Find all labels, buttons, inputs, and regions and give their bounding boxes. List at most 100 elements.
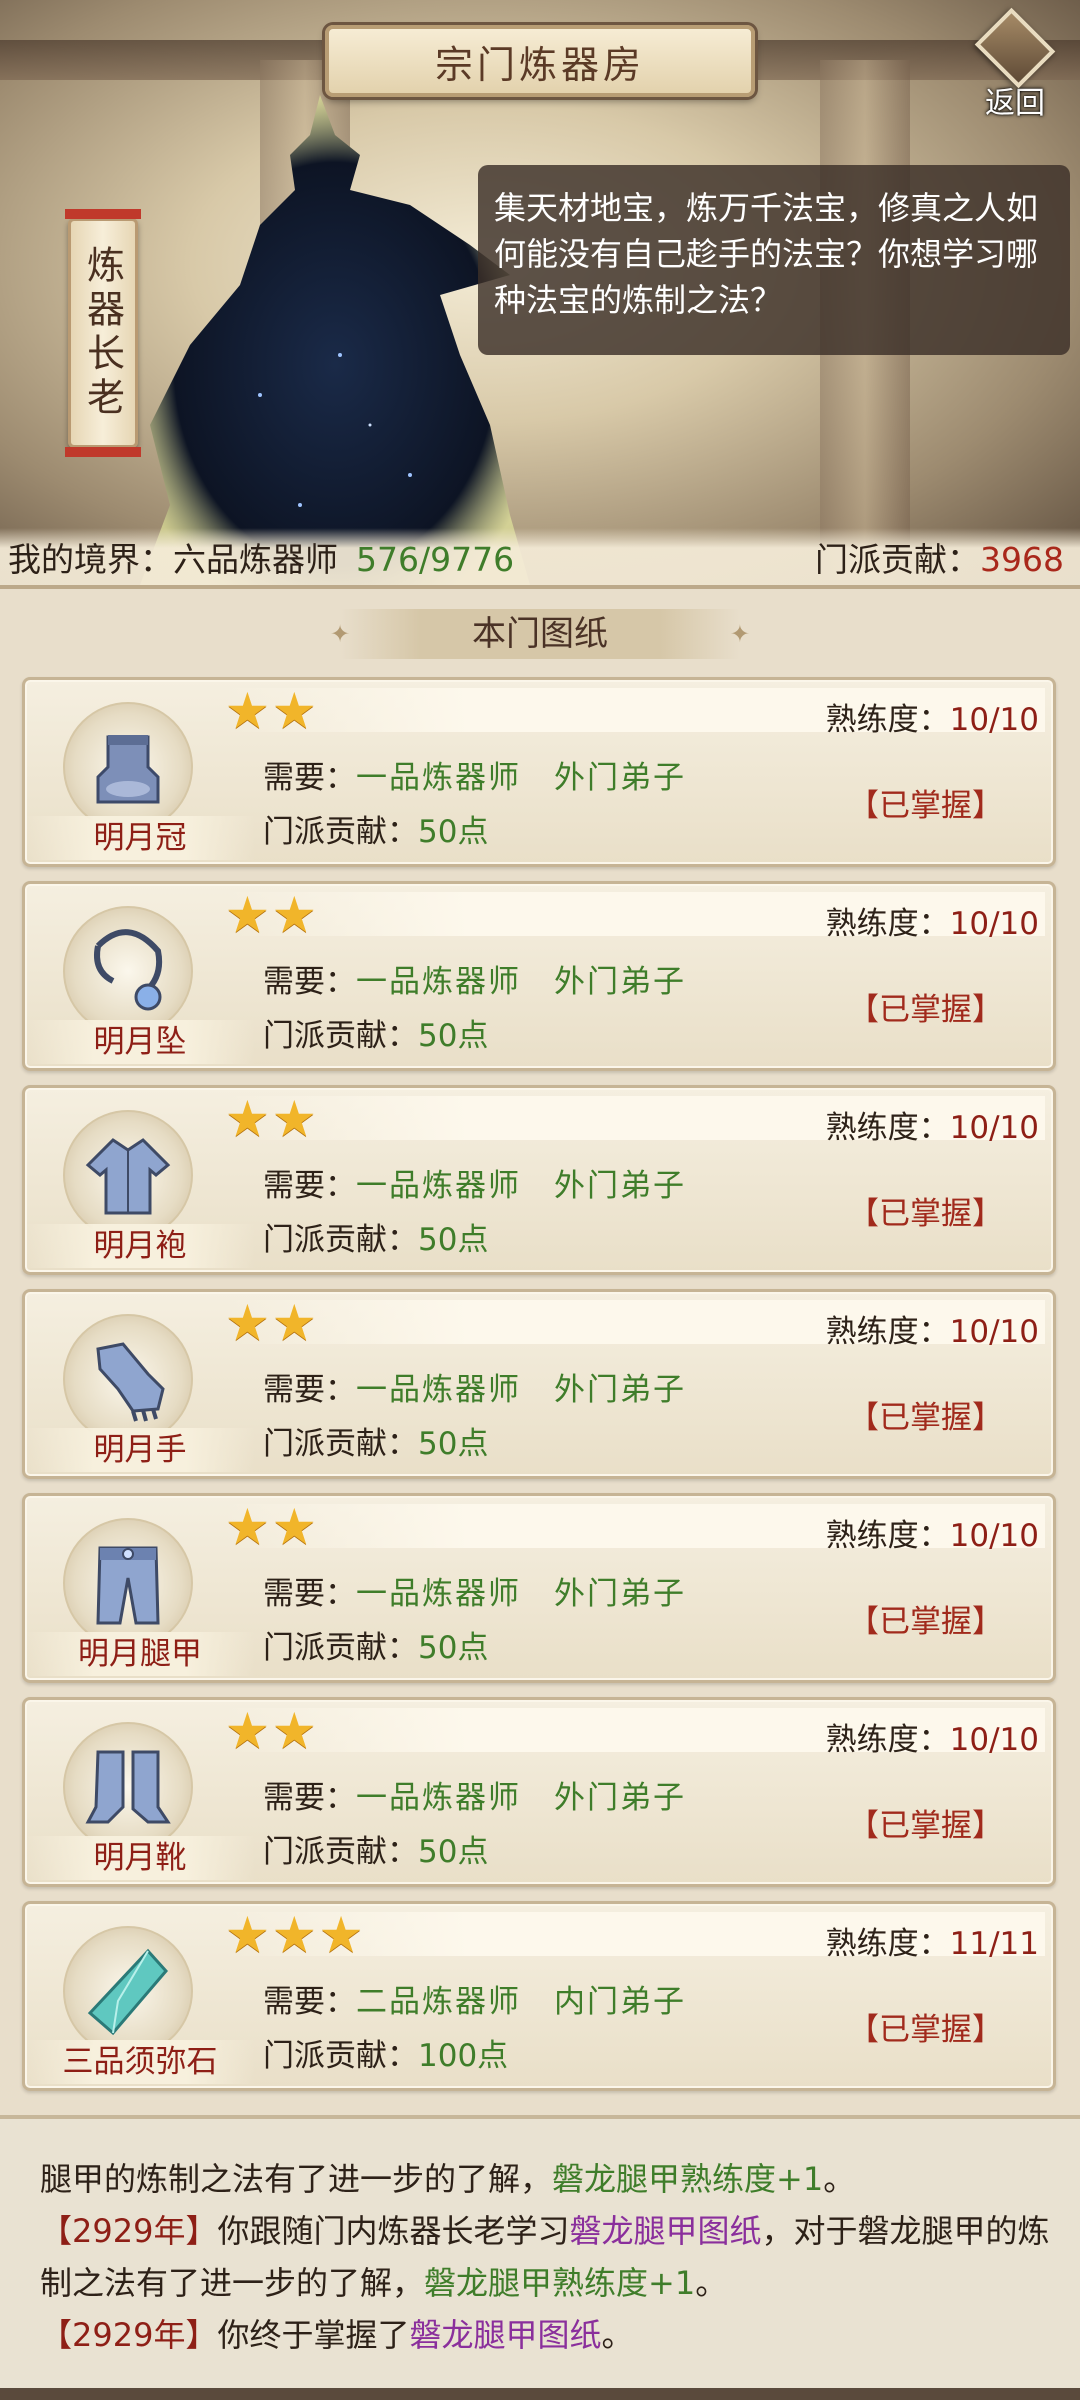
cost-label: 门派贡献：: [263, 1222, 418, 1258]
header-scene: 宗门炼器房 返回 炼器长老 集天材地宝，炼万千法宝，修真之人如何能没有自己趁手的…: [0, 0, 1080, 585]
mastery: 熟练度：10/10: [826, 898, 1039, 943]
requirement-value: 一品炼器师 外门弟子: [356, 964, 686, 1000]
mastery-label: 熟练度：: [825, 1314, 950, 1350]
realm-label: 我的境界：六品炼器师: [8, 539, 338, 579]
requirement: 需要：一品炼器师 外门弟子: [263, 1364, 686, 1409]
requirement-value: 一品炼器师 外门弟子: [356, 1168, 686, 1204]
cost-value: 50点: [418, 1426, 489, 1462]
blueprint-card[interactable]: ★★★ 熟练度：11/11 三品须弥石 需要：二品炼器师 内门弟子 门派贡献：1…: [22, 1901, 1056, 2091]
back-arrow-icon: [974, 7, 1056, 89]
realm-info: 我的境界：六品炼器师 576/9776: [8, 533, 514, 581]
boots-icon: [63, 1722, 193, 1852]
log-text: 你跟随门内炼器长老学习: [217, 2212, 570, 2250]
cost-label: 门派贡献：: [263, 1426, 418, 1462]
cost: 门派贡献：100点: [263, 2030, 508, 2075]
learned-status: 【已掌握】: [848, 1604, 1003, 1640]
mastery: 熟练度：10/10: [826, 1714, 1039, 1759]
requirement-label: 需要：: [263, 760, 356, 796]
star-rating-icon: ★★★: [225, 1906, 366, 1964]
log-line: 【2929年】你跟随门内炼器长老学习磐龙腿甲图纸，对于磐龙腿甲的炼制之法有了进一…: [40, 2205, 1058, 2309]
mastery-label: 熟练度：: [825, 1518, 950, 1554]
mastery-label: 熟练度：: [825, 1926, 950, 1962]
mastery: 熟练度：10/10: [826, 1510, 1039, 1555]
mastery-value: 11/11: [949, 1926, 1039, 1962]
cost-value: 50点: [418, 1018, 489, 1054]
requirement-value: 一品炼器师 外门弟子: [356, 760, 686, 796]
blueprint-list: ★★ 熟练度：10/10 明月冠 需要：一品炼器师 外门弟子 门派贡献：50点 …: [22, 677, 1056, 2105]
mastery-value: 10/10: [949, 702, 1039, 738]
cost: 门派贡献：50点: [263, 1826, 488, 1871]
learned-status: 【已掌握】: [848, 788, 1003, 824]
mastery-value: 10/10: [949, 1314, 1039, 1350]
item-name: 明月冠: [25, 816, 255, 860]
mastery: 熟练度：10/10: [826, 694, 1039, 739]
requirement-label: 需要：: [263, 1372, 356, 1408]
blueprint-card[interactable]: ★★ 熟练度：10/10 明月手 需要：一品炼器师 外门弟子 门派贡献：50点 …: [22, 1289, 1056, 1479]
mastery: 熟练度：10/10: [826, 1102, 1039, 1147]
blueprint-panel: 本门图纸 ★★ 熟练度：10/10 明月冠 需要：一品炼器师 外门弟子 门派贡献…: [0, 585, 1080, 2115]
blueprint-card[interactable]: ★★ 熟练度：10/10 明月袍 需要：一品炼器师 外门弟子 门派贡献：50点 …: [22, 1085, 1056, 1275]
log-item-link: 磐龙腿甲图纸: [569, 2212, 762, 2250]
learned-status: 【已掌握】: [848, 1196, 1003, 1232]
mastery-value: 10/10: [949, 906, 1039, 942]
cost-value: 50点: [418, 1834, 489, 1870]
learned-status: 【已掌握】: [848, 1400, 1003, 1436]
cost-label: 门派贡献：: [263, 1018, 418, 1054]
blueprint-card[interactable]: ★★ 熟练度：10/10 明月坠 需要：一品炼器师 外门弟子 门派贡献：50点 …: [22, 881, 1056, 1071]
contribution-value: 3968: [980, 539, 1064, 579]
mastery-label: 熟练度：: [825, 1110, 950, 1146]
mastery-value: 10/10: [949, 1110, 1039, 1146]
blueprint-card[interactable]: ★★ 熟练度：10/10 明月靴 需要：一品炼器师 外门弟子 门派贡献：50点 …: [22, 1697, 1056, 1887]
log-line: 腿甲的炼制之法有了进一步的了解，磐龙腿甲熟练度+1。: [40, 2153, 1058, 2205]
log-text: 腿甲的炼制之法有了进一步的了解，: [40, 2160, 553, 2198]
requirement-value: 二品炼器师 内门弟子: [356, 1984, 686, 2020]
leg-armor-icon: [63, 1518, 193, 1648]
star-rating-icon: ★★: [225, 1498, 319, 1556]
mastery-label: 熟练度：: [825, 1722, 950, 1758]
requirement: 需要：一品炼器师 外门弟子: [263, 956, 686, 1001]
star-rating-icon: ★★: [225, 1090, 319, 1148]
mastery-label: 熟练度：: [825, 702, 950, 738]
log-text: 。: [823, 2160, 856, 2198]
star-rating-icon: ★★: [225, 1294, 319, 1352]
blueprint-card[interactable]: ★★ 熟练度：10/10 明月腿甲 需要：一品炼器师 外门弟子 门派贡献：50点…: [22, 1493, 1056, 1683]
cost-value: 50点: [418, 1222, 489, 1258]
robe-icon: [63, 1110, 193, 1240]
bottom-border: [0, 2388, 1080, 2400]
pendant-icon: [63, 906, 193, 1036]
cost: 门派贡献：50点: [263, 806, 488, 851]
star-rating-icon: ★★: [225, 886, 319, 944]
log-faded-line: [40, 2133, 1058, 2153]
elder-silhouette: [140, 95, 530, 585]
event-log[interactable]: 腿甲的炼制之法有了进一步的了解，磐龙腿甲熟练度+1。 【2929年】你跟随门内炼…: [0, 2115, 1080, 2400]
requirement-label: 需要：: [263, 1168, 356, 1204]
item-name: 明月坠: [25, 1020, 255, 1064]
npc-dialog: 集天材地宝，炼万千法宝，修真之人如何能没有自己趁手的法宝？你想学习哪种法宝的炼制…: [478, 165, 1070, 355]
cost: 门派贡献：50点: [263, 1010, 488, 1055]
item-name: 明月靴: [25, 1836, 255, 1880]
requirement-value: 一品炼器师 外门弟子: [356, 1372, 686, 1408]
mastery-label: 熟练度：: [825, 906, 950, 942]
log-item-link: 磐龙腿甲图纸: [409, 2316, 602, 2354]
requirement-value: 一品炼器师 外门弟子: [356, 1780, 686, 1816]
blueprint-card[interactable]: ★★ 熟练度：10/10 明月冠 需要：一品炼器师 外门弟子 门派贡献：50点 …: [22, 677, 1056, 867]
log-year: 【2929年】: [40, 2316, 218, 2354]
requirement-value: 一品炼器师 外门弟子: [356, 1576, 686, 1612]
log-highlight: 磐龙腿甲熟练度+1: [552, 2160, 824, 2198]
cost: 门派贡献：50点: [263, 1418, 488, 1463]
npc-name-banner: 炼器长老: [65, 209, 141, 457]
requirement: 需要：一品炼器师 外门弟子: [263, 1772, 686, 1817]
mastery-value: 10/10: [949, 1518, 1039, 1554]
cost: 门派贡献：50点: [263, 1622, 488, 1667]
cost-value: 50点: [418, 1630, 489, 1666]
item-name: 三品须弥石: [25, 2040, 255, 2084]
cost-label: 门派贡献：: [263, 814, 418, 850]
mastery: 熟练度：11/11: [826, 1918, 1039, 1963]
cost-label: 门派贡献：: [263, 2038, 418, 2074]
requirement-label: 需要：: [263, 1984, 356, 2020]
status-bar: 我的境界：六品炼器师 576/9776 门派贡献：3968: [0, 528, 1080, 585]
cost: 门派贡献：50点: [263, 1214, 488, 1259]
back-button[interactable]: 返回: [965, 7, 1065, 122]
contribution-info: 门派贡献：3968: [815, 533, 1064, 581]
requirement: 需要：一品炼器师 外门弟子: [263, 1160, 686, 1205]
